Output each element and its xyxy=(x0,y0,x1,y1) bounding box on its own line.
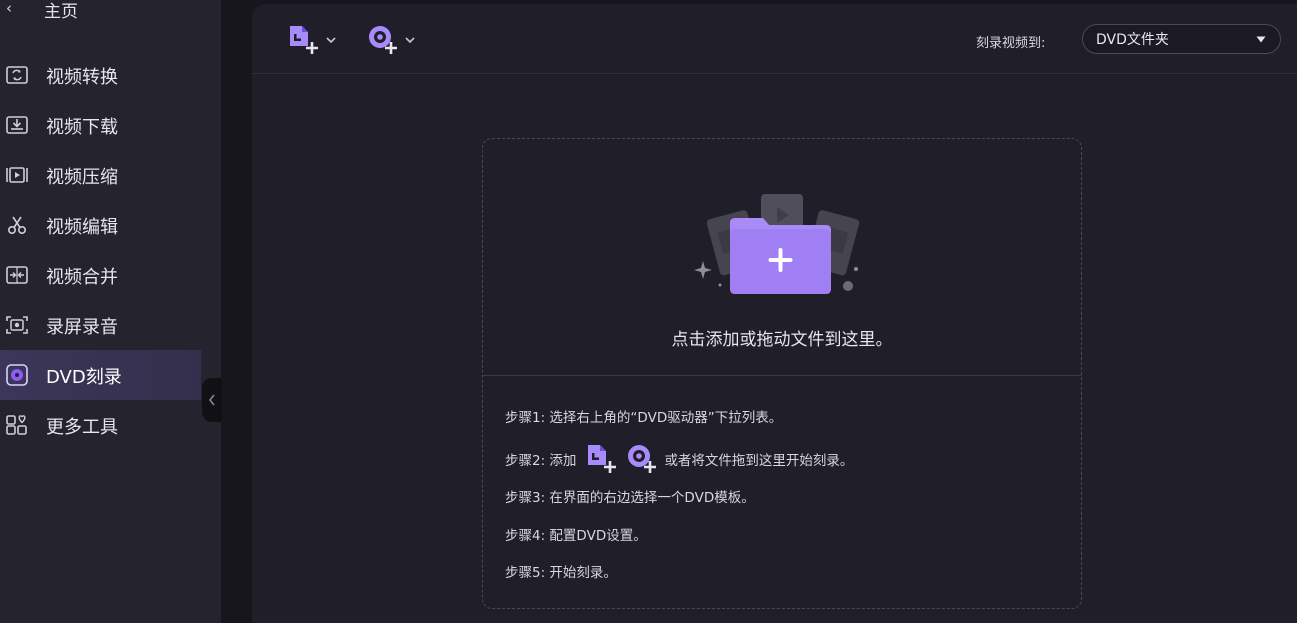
sidebar-item-label: DVD刻录 xyxy=(46,367,122,388)
step-4: 步骤4: 配置DVD设置。 xyxy=(505,528,647,544)
sidebar-item-label: 录屏录音 xyxy=(46,317,118,338)
dropdown-arrow-icon xyxy=(1256,36,1266,43)
add-disc-button[interactable] xyxy=(367,24,415,56)
video-convert-icon xyxy=(6,66,28,84)
video-merge-icon xyxy=(6,266,28,284)
burn-to-label: 刻录视频到: xyxy=(976,36,1046,51)
dvd-disc-icon xyxy=(6,364,28,386)
toolbar: 刻录视频到: DVD文件夹 xyxy=(252,4,1297,74)
step-2-prefix: 步骤2: 添加 xyxy=(505,453,577,469)
step-2: 步骤2: 添加 或者将文件拖到这里开始刻录。 xyxy=(505,443,853,475)
sidebar-item-label: 视频合并 xyxy=(46,267,118,288)
sidebar-item-video-edit[interactable]: 视频编辑 xyxy=(0,200,201,250)
sidebar-item-label: 视频编辑 xyxy=(46,217,118,238)
home-label: 主页 xyxy=(44,2,78,22)
add-file-icon xyxy=(586,443,618,475)
sidebar-item-label: 视频压缩 xyxy=(46,167,118,188)
sidebar-item-video-compress[interactable]: 视频压缩 xyxy=(0,150,201,200)
add-folder-illustration-icon xyxy=(694,194,860,294)
step-5: 步骤5: 开始刻录。 xyxy=(505,565,617,581)
sidebar-collapse-handle[interactable] xyxy=(202,378,222,422)
sidebar-item-label: 视频下载 xyxy=(46,117,118,138)
add-disc-icon xyxy=(369,26,397,54)
add-file-button[interactable] xyxy=(288,24,336,56)
add-file-icon xyxy=(290,26,318,54)
burn-target-value: DVD文件夹 xyxy=(1096,32,1169,48)
video-compress-icon xyxy=(6,167,28,183)
sidebar-item-label: 视频转换 xyxy=(46,67,118,88)
sidebar-item-video-merge[interactable]: 视频合并 xyxy=(0,250,201,300)
burn-target-select[interactable]: DVD文件夹 xyxy=(1082,24,1281,54)
sidebar-item-video-download[interactable]: 视频下载 xyxy=(0,100,201,150)
chevron-down-icon xyxy=(405,37,415,44)
file-drop-zone[interactable]: 点击添加或拖动文件到这里。 步骤1: 选择右上角的“DVD驱动器”下拉列表。 步… xyxy=(482,138,1082,609)
sidebar-item-video-convert[interactable]: 视频转换 xyxy=(0,50,201,100)
main-panel: 刻录视频到: DVD文件夹 点击添加或拖动文件到这里。 步骤1: 选择右上角的“… xyxy=(252,4,1297,623)
sidebar-item-dvd-burn[interactable]: DVD刻录 xyxy=(0,350,201,400)
chevron-down-icon xyxy=(326,37,336,44)
scissors-icon xyxy=(7,216,27,235)
step-3: 步骤3: 在界面的右边选择一个DVD模板。 xyxy=(505,490,755,506)
chevron-left-icon xyxy=(208,394,215,406)
more-tools-grid-icon xyxy=(6,415,27,435)
sidebar-item-label: 更多工具 xyxy=(46,417,118,438)
step-2-suffix: 或者将文件拖到这里开始刻录。 xyxy=(664,453,854,469)
drop-prompt: 点击添加或拖动文件到这里。 xyxy=(671,330,893,350)
divider xyxy=(483,375,1081,376)
sidebar-item-more-tools[interactable]: 更多工具 xyxy=(0,400,201,450)
chevron-left-icon[interactable]: ‹ xyxy=(6,0,12,17)
home-nav[interactable]: ‹ 主页 xyxy=(0,0,221,22)
add-disc-icon xyxy=(626,443,658,475)
step-1: 步骤1: 选择右上角的“DVD驱动器”下拉列表。 xyxy=(505,410,783,426)
sidebar-item-screen-record[interactable]: 录屏录音 xyxy=(0,300,201,350)
video-download-icon xyxy=(6,116,28,134)
screen-record-icon xyxy=(6,316,28,334)
sidebar: ‹ 主页 视频转换 视频下载 视频压缩 视频编辑 视频合并 录屏录音 DVD刻录… xyxy=(0,0,221,623)
